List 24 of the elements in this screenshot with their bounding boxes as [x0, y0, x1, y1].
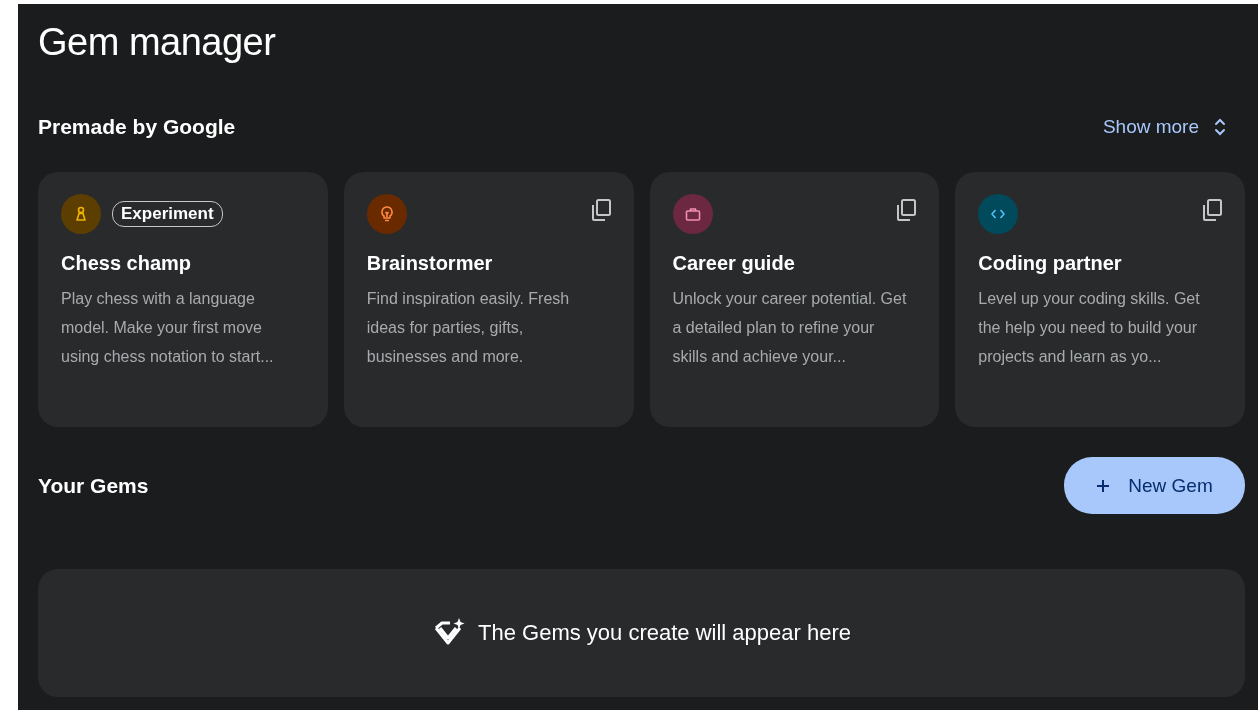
- copy-icon[interactable]: [589, 198, 612, 222]
- gem-card[interactable]: Brainstormer Find inspiration easily. Fresh ideas for parties, gifts, businesses and more.: [343, 172, 634, 427]
- gem-card[interactable]: Experiment Chess champ Play chess with a language model. Make your first move using chess notation to start...: [38, 172, 328, 427]
- new-gem-button[interactable]: New Gem: [1064, 457, 1245, 514]
- show-more-button[interactable]: Show more: [1102, 116, 1245, 138]
- gem-card[interactable]: Career guide Unlock your career potential. Get a detailed plan to refine your skills and achieve your...: [649, 172, 940, 427]
- gem-description: Level up your coding skills. Get the help you need to build your projects and learn as yo...: [978, 289, 1201, 367]
- gem-description: Unlock your career potential. Get a detailed plan to refine your skills and achieve your...: [672, 289, 908, 367]
- expand-icon: [1213, 117, 1227, 137]
- gem-description: Find inspiration easily. Fresh ideas for parties, gifts, businesses and more.: [366, 289, 571, 367]
- copy-icon[interactable]: [1201, 198, 1223, 222]
- page-title: Gem manager: [38, 20, 277, 64]
- gem-description: Play chess with a language model. Make your first move using chess notation to start...: [61, 289, 275, 367]
- section-heading: Your Gems: [38, 473, 149, 498]
- section-heading: Premade by Google: [38, 115, 236, 139]
- copy-icon[interactable]: [895, 198, 918, 222]
- plus-icon: [1096, 478, 1111, 493]
- gem-name: Chess champ: [61, 252, 193, 275]
- empty-message: The Gems you create will appear here: [478, 620, 851, 646]
- gem-name: Coding partner: [978, 252, 1123, 275]
- gem-card[interactable]: Coding partner Level up your coding skills. Get the help you need to build your projects and learn as yo...: [955, 172, 1245, 427]
- gem-name: Career guide: [672, 252, 796, 275]
- gem-name: Brainstormer: [366, 252, 494, 275]
- experiment-badge: Experiment: [112, 201, 223, 227]
